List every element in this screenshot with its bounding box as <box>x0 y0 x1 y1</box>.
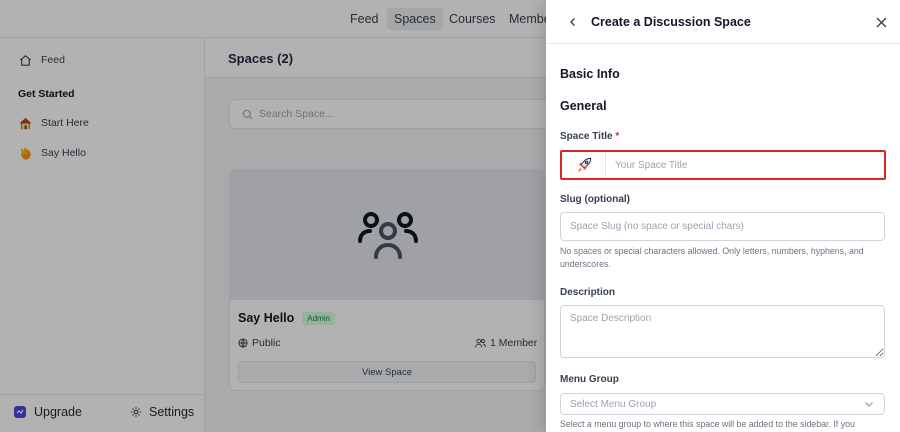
slug-label: Slug (optional) <box>560 194 630 205</box>
section-basic-info: Basic Info <box>560 67 620 81</box>
chevron-left-icon <box>570 18 575 26</box>
drawer-header: Create a Discussion Space <box>546 0 900 44</box>
slug-input[interactable] <box>560 212 885 241</box>
chevron-down-icon <box>865 402 873 407</box>
emoji-picker-button[interactable] <box>562 152 606 178</box>
menu-group-label: Menu Group <box>560 374 619 385</box>
space-title-label: Space Title * <box>560 131 619 142</box>
space-title-input[interactable] <box>606 152 884 178</box>
menu-group-help-text: Select a menu group to where this space … <box>560 419 855 429</box>
space-title-field <box>560 150 886 180</box>
drawer-title: Create a Discussion Space <box>591 15 751 29</box>
required-mark: * <box>615 131 620 142</box>
create-space-drawer: Create a Discussion Space Basic Info Gen… <box>546 0 900 432</box>
menu-group-placeholder: Select Menu Group <box>570 398 657 410</box>
close-button[interactable] <box>872 13 890 31</box>
slug-help-text: No spaces or special characters allowed.… <box>560 246 864 269</box>
rocket-icon <box>577 157 591 172</box>
space-title-label-text: Space Title <box>560 131 613 142</box>
description-textarea[interactable] <box>560 305 885 358</box>
menu-group-select[interactable]: Select Menu Group <box>560 393 885 415</box>
close-icon <box>876 17 886 27</box>
section-general: General <box>560 99 607 113</box>
description-label: Description <box>560 287 616 298</box>
back-button[interactable] <box>564 13 582 31</box>
